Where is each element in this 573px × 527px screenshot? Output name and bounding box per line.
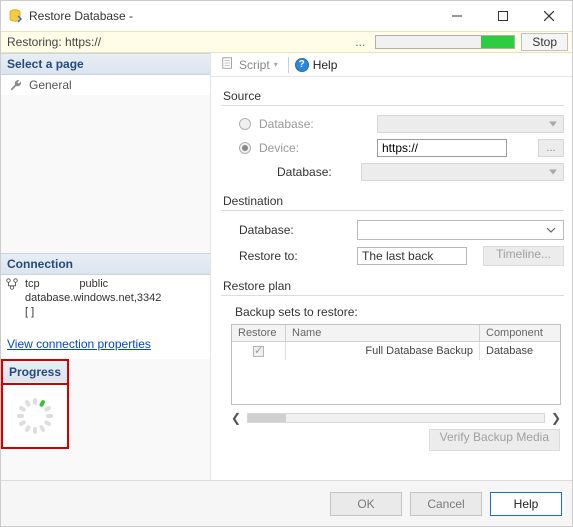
source-db2-label: Database: — [277, 165, 353, 179]
scroll-thumb[interactable] — [248, 414, 286, 422]
page-item-label: General — [29, 78, 72, 92]
grid-hscroll[interactable]: ❮ ❯ — [231, 411, 561, 425]
ok-button[interactable]: OK — [330, 492, 402, 516]
window-controls — [434, 1, 572, 31]
source-db2-select — [361, 163, 564, 181]
browse-button[interactable]: ... — [538, 139, 564, 157]
title-bar: Restore Database - — [1, 1, 572, 31]
help-footer-button[interactable]: Help — [490, 492, 562, 516]
connection-block: tcp public database.windows.net,3342 [ ] — [1, 275, 210, 327]
scroll-left-icon[interactable]: ❮ — [231, 411, 241, 425]
dialog-footer: OK Cancel Help — [1, 480, 572, 526]
plan-group-title: Restore plan — [221, 275, 564, 295]
spinner-icon — [15, 396, 55, 436]
maximize-button[interactable] — [480, 1, 526, 31]
restoring-banner: Restoring: https:// ... Stop — [1, 31, 572, 53]
chevron-down-icon — [543, 222, 559, 238]
progress-fill — [481, 36, 514, 48]
scroll-right-icon[interactable]: ❯ — [551, 411, 561, 425]
col-name[interactable]: Name — [286, 325, 480, 342]
source-database-label: Database: — [259, 117, 369, 131]
help-icon: ? — [295, 58, 309, 72]
connection-header: Connection — [1, 253, 210, 275]
source-database-select — [377, 115, 564, 133]
progress-header: Progress — [3, 362, 67, 382]
script-button[interactable]: Script ▾ — [217, 54, 282, 75]
cell-restore-check — [232, 342, 286, 360]
minimize-button[interactable] — [434, 1, 480, 31]
restoreto-label: Restore to: — [239, 249, 349, 263]
window-title: Restore Database - — [29, 9, 434, 23]
select-page-header: Select a page — [1, 53, 210, 75]
scroll-track[interactable] — [247, 413, 545, 423]
source-device-label: Device: — [259, 141, 369, 155]
close-button[interactable] — [526, 1, 572, 31]
backup-sets-grid: Restore Name Component Full Database Bac… — [231, 324, 561, 405]
restoreto-value: The last back — [357, 247, 467, 265]
col-component[interactable]: Component — [480, 325, 560, 342]
source-device-input[interactable] — [377, 139, 507, 157]
timeline-button: Timeline... — [483, 246, 564, 266]
stop-button[interactable]: Stop — [521, 33, 568, 51]
cancel-button[interactable]: Cancel — [410, 492, 482, 516]
source-database-radio — [239, 118, 251, 130]
grid-header: Restore Name Component — [232, 325, 560, 342]
verify-backup-button: Verify Backup Media — [429, 429, 560, 451]
view-connection-properties-link[interactable]: View connection properties — [1, 327, 210, 359]
cell-name: Full Database Backup — [286, 342, 480, 360]
dest-database-label: Database: — [239, 223, 349, 237]
help-label: Help — [313, 58, 338, 72]
wrench-icon — [9, 78, 23, 92]
dest-group-title: Destination — [221, 190, 564, 210]
progress-bar — [375, 35, 515, 49]
help-button[interactable]: ? Help — [295, 58, 338, 72]
server-icon — [5, 277, 19, 294]
connection-text: tcp public database.windows.net,3342 [ ] — [25, 277, 161, 319]
chevron-down-icon: ▾ — [274, 60, 278, 69]
script-icon — [221, 56, 235, 73]
col-restore[interactable]: Restore — [232, 325, 286, 342]
progress-spinner-wrap — [1, 385, 69, 449]
checkbox-disabled-icon — [253, 346, 264, 357]
app-icon — [7, 8, 23, 24]
toolbar-separator — [288, 57, 289, 73]
left-pane: Select a page General Connection tcp — [1, 53, 211, 480]
script-label: Script — [239, 58, 270, 72]
dest-database-combo[interactable] — [357, 220, 564, 240]
right-pane: Script ▾ ? Help Source Database: Device: — [211, 53, 572, 480]
cell-component: Database — [480, 342, 560, 360]
source-device-radio — [239, 142, 251, 154]
source-group-title: Source — [221, 85, 564, 105]
page-item-general[interactable]: General — [1, 75, 210, 95]
right-toolbar: Script ▾ ? Help — [211, 53, 572, 77]
form-area: Source Database: Device: ... Database: D… — [211, 77, 572, 480]
grid-row[interactable]: Full Database Backup Database — [232, 342, 560, 360]
plan-subtitle: Backup sets to restore: — [221, 302, 564, 322]
page-list: General — [1, 75, 210, 95]
banner-text: Restoring: https:// — [7, 35, 345, 49]
banner-ellipsis: ... — [351, 35, 369, 49]
